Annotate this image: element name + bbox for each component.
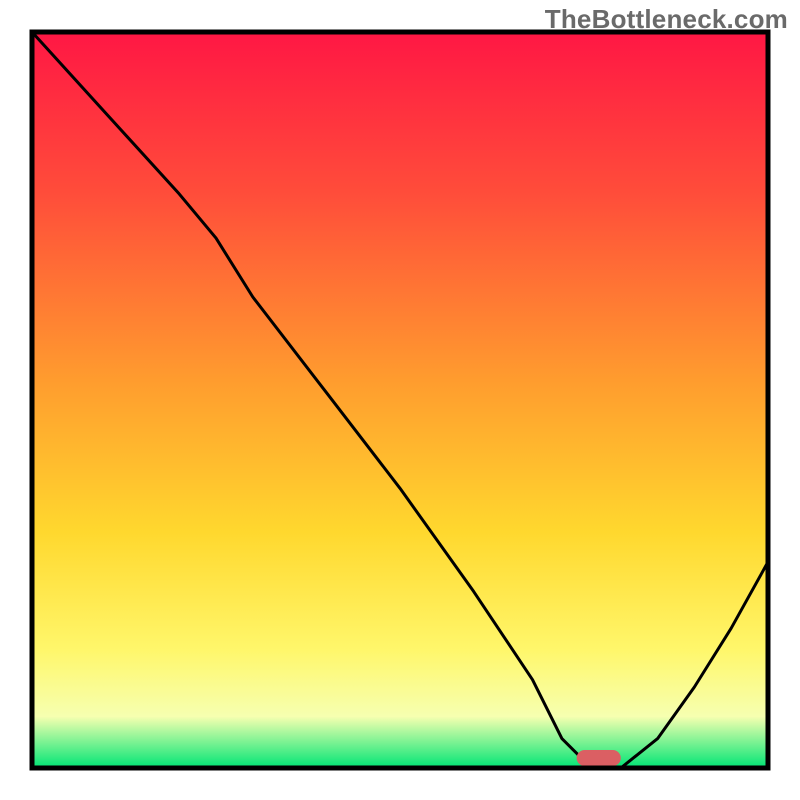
bottleneck-chart — [0, 0, 800, 800]
plot-gradient-area — [32, 32, 768, 768]
optimum-marker — [577, 750, 621, 766]
